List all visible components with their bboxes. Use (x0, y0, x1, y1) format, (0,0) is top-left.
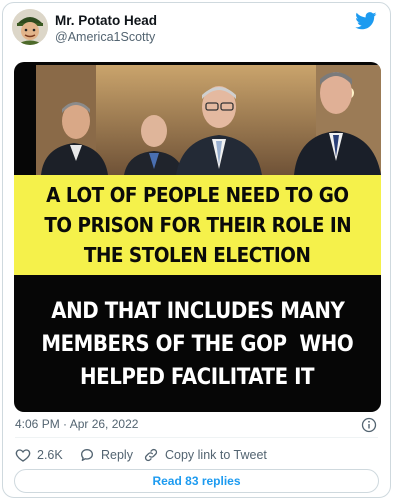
press-photo-image (36, 65, 381, 175)
reply-button[interactable]: Reply (79, 447, 133, 463)
banner-text-line: MEMBERS OF THE GOP WHO (41, 331, 354, 357)
yellow-banner: A LOT OF PEOPLE NEED TO GO TO PRISON FOR… (14, 175, 381, 275)
like-button[interactable]: 2.6K (15, 447, 63, 463)
divider (15, 437, 378, 438)
author-display-name[interactable]: Mr. Potato Head (55, 13, 157, 28)
heart-icon (15, 449, 31, 462)
banner-text-line: AND THAT INCLUDES MANY (50, 298, 345, 324)
banner-text-line: THE STOLEN ELECTION (84, 243, 311, 267)
tweet-timestamp[interactable]: 4:06 PM · Apr 26, 2022 (15, 417, 138, 431)
reply-bubble-icon (81, 449, 93, 461)
copy-link-button[interactable]: Copy link to Tweet (143, 447, 267, 463)
reply-label: Reply (101, 448, 133, 462)
tweet-image[interactable]: A LOT OF PEOPLE NEED TO GO TO PRISON FOR… (14, 62, 381, 412)
like-count: 2.6K (37, 448, 63, 462)
avatar-cartoon-icon (12, 9, 48, 45)
twitter-bird-icon[interactable] (355, 12, 377, 30)
info-icon[interactable] (361, 417, 377, 433)
black-banner: AND THAT INCLUDES MANY MEMBERS OF THE GO… (14, 284, 381, 404)
banner-text-line: A LOT OF PEOPLE NEED TO GO (46, 183, 349, 207)
author-handle[interactable]: @America1Scotty (55, 30, 155, 44)
link-icon (144, 448, 158, 462)
read-replies-button[interactable]: Read 83 replies (14, 469, 379, 493)
avatar[interactable] (12, 9, 48, 45)
tweet-card: Mr. Potato Head @America1Scotty A LOT OF… (2, 2, 391, 498)
banner-text-line: HELPED FACILITATE IT (80, 364, 315, 390)
copy-link-label: Copy link to Tweet (165, 448, 267, 462)
banner-text-line: TO PRISON FOR THEIR ROLE IN (44, 213, 351, 237)
